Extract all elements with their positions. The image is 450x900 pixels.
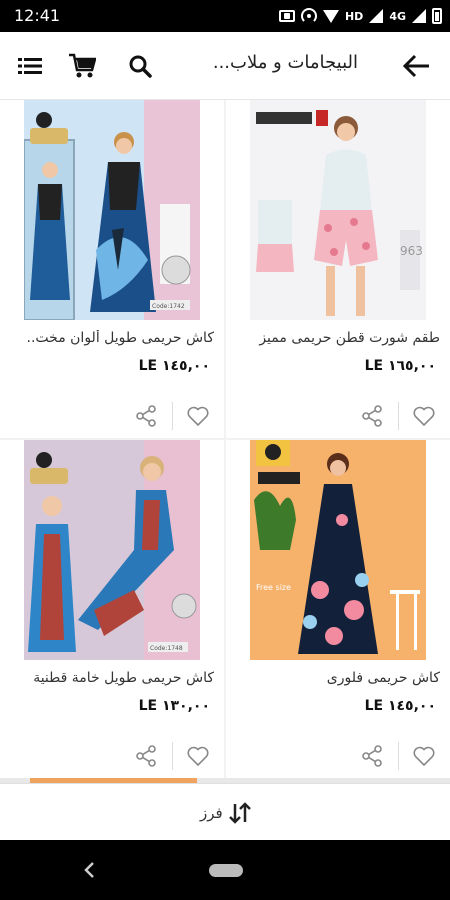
hd-label: HD <box>344 9 364 23</box>
heart-icon[interactable] <box>186 404 210 428</box>
action-divider <box>398 402 399 430</box>
heart-icon[interactable] <box>412 404 436 428</box>
product-image[interactable]: Code:1748 <box>24 440 200 660</box>
nav-home-pill[interactable] <box>209 864 243 877</box>
action-divider <box>172 742 173 770</box>
wifi-icon <box>322 9 339 23</box>
status-bar: 12:41 HD 4G <box>0 0 450 32</box>
svg-text:Code:1748: Code:1748 <box>150 645 183 652</box>
search-icon <box>129 55 152 78</box>
cart-button[interactable] <box>62 46 102 86</box>
app-bar: البيجامات و ملاب... <box>0 32 450 100</box>
share-icon[interactable] <box>360 404 384 428</box>
status-icons: HD 4G <box>278 6 442 26</box>
svg-text:Free size: Free size <box>256 583 291 592</box>
system-nav-bar <box>0 840 450 900</box>
action-divider <box>398 742 399 770</box>
product-actions <box>0 738 224 774</box>
product-image[interactable]: 963 <box>250 100 426 320</box>
product-price: LE ١٦٥,٠٠ <box>364 358 436 374</box>
product-image[interactable]: Free size <box>250 440 426 660</box>
product-price: LE ١٤٥,٠٠ <box>364 698 436 714</box>
cart-icon <box>69 53 96 78</box>
product-card[interactable]: Code:1742 كاش حريمى طويل ألوان مخت.. LE … <box>0 100 224 438</box>
product-image[interactable]: Code:1742 <box>24 100 200 320</box>
vibrate-icon <box>278 10 295 22</box>
sort-bar: فرز <box>0 783 450 840</box>
product-price: LE ١٤٥,٠٠ <box>138 358 210 374</box>
back-button[interactable] <box>396 46 436 86</box>
svg-text:Code:1742: Code:1742 <box>152 303 185 310</box>
sort-arrows-icon <box>228 802 251 824</box>
svg-text:963: 963 <box>400 244 423 258</box>
product-actions <box>0 398 224 434</box>
share-icon[interactable] <box>134 744 158 768</box>
network-label: 4G <box>389 9 406 23</box>
hotspot-icon <box>300 8 317 24</box>
product-actions <box>226 398 450 434</box>
signal-icon <box>369 9 384 23</box>
nav-back-icon[interactable] <box>78 858 102 882</box>
heart-icon[interactable] <box>186 744 210 768</box>
back-arrow-icon <box>402 54 429 78</box>
list-menu-icon <box>18 58 42 74</box>
page-title: البيجامات و ملاب... <box>212 52 358 73</box>
battery-icon <box>432 8 442 24</box>
signal-icon-2 <box>412 9 426 23</box>
product-actions <box>226 738 450 774</box>
product-card[interactable]: 963 طقم شورت قطن حريمى مميز LE ١٦٥,٠٠ <box>226 100 450 438</box>
product-card[interactable]: Free size كاش حريمى فلورى LE ١٤٥,٠٠ <box>226 440 450 778</box>
share-icon[interactable] <box>360 744 384 768</box>
product-price: LE ١٣٠,٠٠ <box>138 698 210 714</box>
share-icon[interactable] <box>134 404 158 428</box>
heart-icon[interactable] <box>412 744 436 768</box>
sort-label: فرز <box>200 804 223 822</box>
status-time: 12:41 <box>14 6 61 25</box>
product-title[interactable]: طقم شورت قطن حريمى مميز <box>236 330 440 346</box>
sort-button[interactable]: فرز <box>200 798 251 828</box>
product-grid: 963 طقم شورت قطن حريمى مميز LE ١٦٥,٠٠ Co… <box>0 100 450 780</box>
product-card[interactable]: Code:1748 كاش حريمى طويل خامة قطنية LE ١… <box>0 440 224 778</box>
product-title[interactable]: كاش حريمى طويل خامة قطنية <box>10 670 214 686</box>
list-menu-button[interactable] <box>10 46 50 86</box>
search-button[interactable] <box>120 46 160 86</box>
product-title[interactable]: كاش حريمى طويل ألوان مخت.. <box>10 330 214 346</box>
action-divider <box>172 402 173 430</box>
product-title[interactable]: كاش حريمى فلورى <box>236 670 440 686</box>
